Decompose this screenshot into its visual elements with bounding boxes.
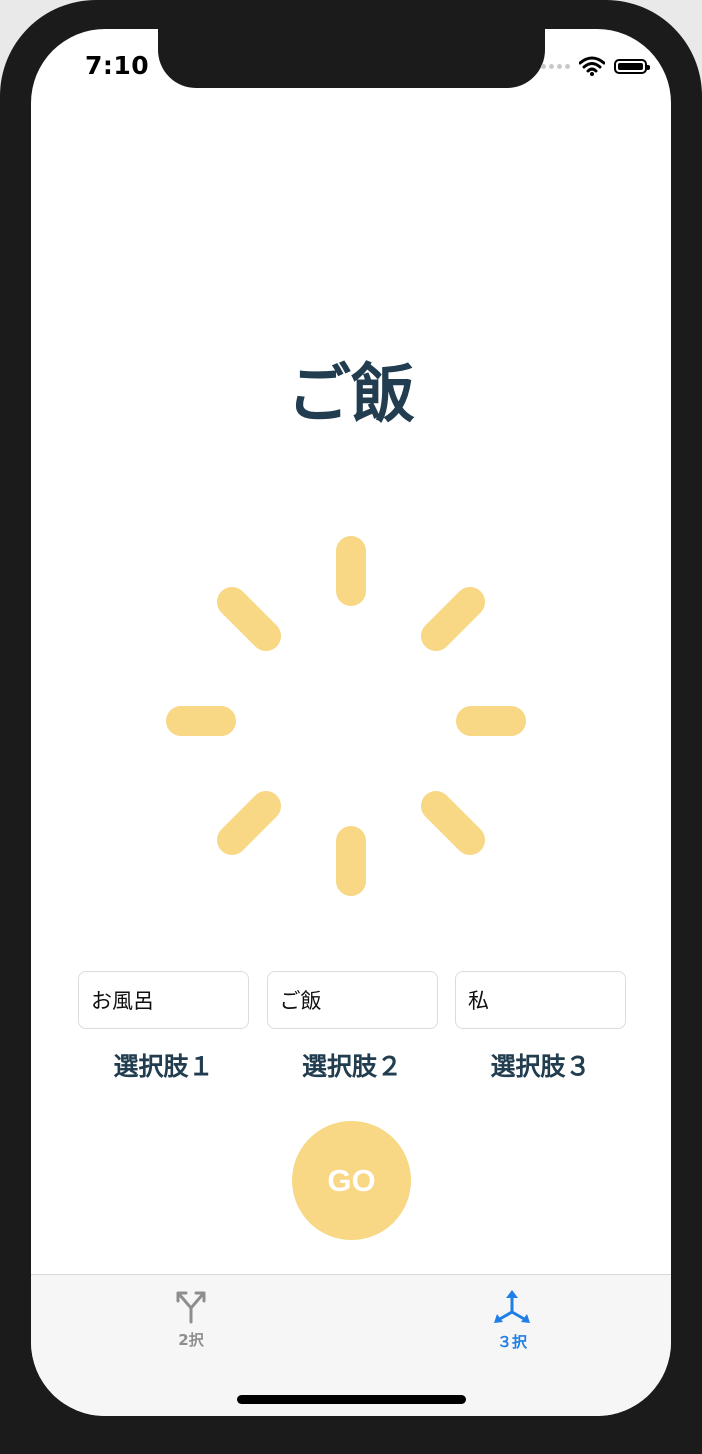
choice-3-label: 選択肢３: [490, 1052, 591, 1081]
cellular-signal-icon: [541, 63, 570, 69]
status-icons: [541, 56, 650, 76]
device-frame: 7:10 ご飯 お風呂 選択肢１ ご飯 選択肢２ 私 選択肢３ GO 2択 ３択: [0, 0, 702, 1454]
choice-1-input[interactable]: [78, 971, 249, 1029]
choice-2: 選択肢２: [266, 971, 438, 1083]
two-way-branch-icon: [176, 1291, 206, 1324]
choice-2-input[interactable]: [266, 971, 438, 1029]
tab-two-choice[interactable]: 2択: [146, 1289, 236, 1350]
choice-2-label: 選択肢２: [301, 1052, 402, 1081]
choice-3-input[interactable]: [455, 971, 626, 1029]
app-screen: 7:10 ご飯 お風呂 選択肢１ ご飯 選択肢２ 私 選択肢３ GO 2択 ３択: [31, 29, 671, 1416]
three-way-branch-icon: [494, 1290, 530, 1323]
home-indicator: [237, 1395, 466, 1404]
choice-1: 選択肢１: [78, 971, 249, 1083]
tab-three-choice-label: ３択: [496, 1333, 527, 1351]
go-button[interactable]: GO: [292, 1121, 411, 1240]
wifi-icon: [579, 56, 605, 76]
device-notch: [158, 29, 545, 88]
battery-icon: [614, 58, 650, 74]
tab-bar: 2択 ３択: [31, 1274, 671, 1416]
result-text: ご飯: [287, 358, 415, 432]
tab-two-choice-label: 2択: [178, 1331, 204, 1349]
status-time: 7:10: [85, 51, 150, 80]
choice-3: 選択肢３: [455, 971, 626, 1083]
choices-row: 選択肢１ 選択肢２ 選択肢３: [78, 971, 626, 1083]
loading-spinner-icon: [166, 536, 526, 896]
choice-1-label: 選択肢１: [113, 1052, 214, 1081]
tab-three-choice[interactable]: ３択: [467, 1289, 557, 1352]
